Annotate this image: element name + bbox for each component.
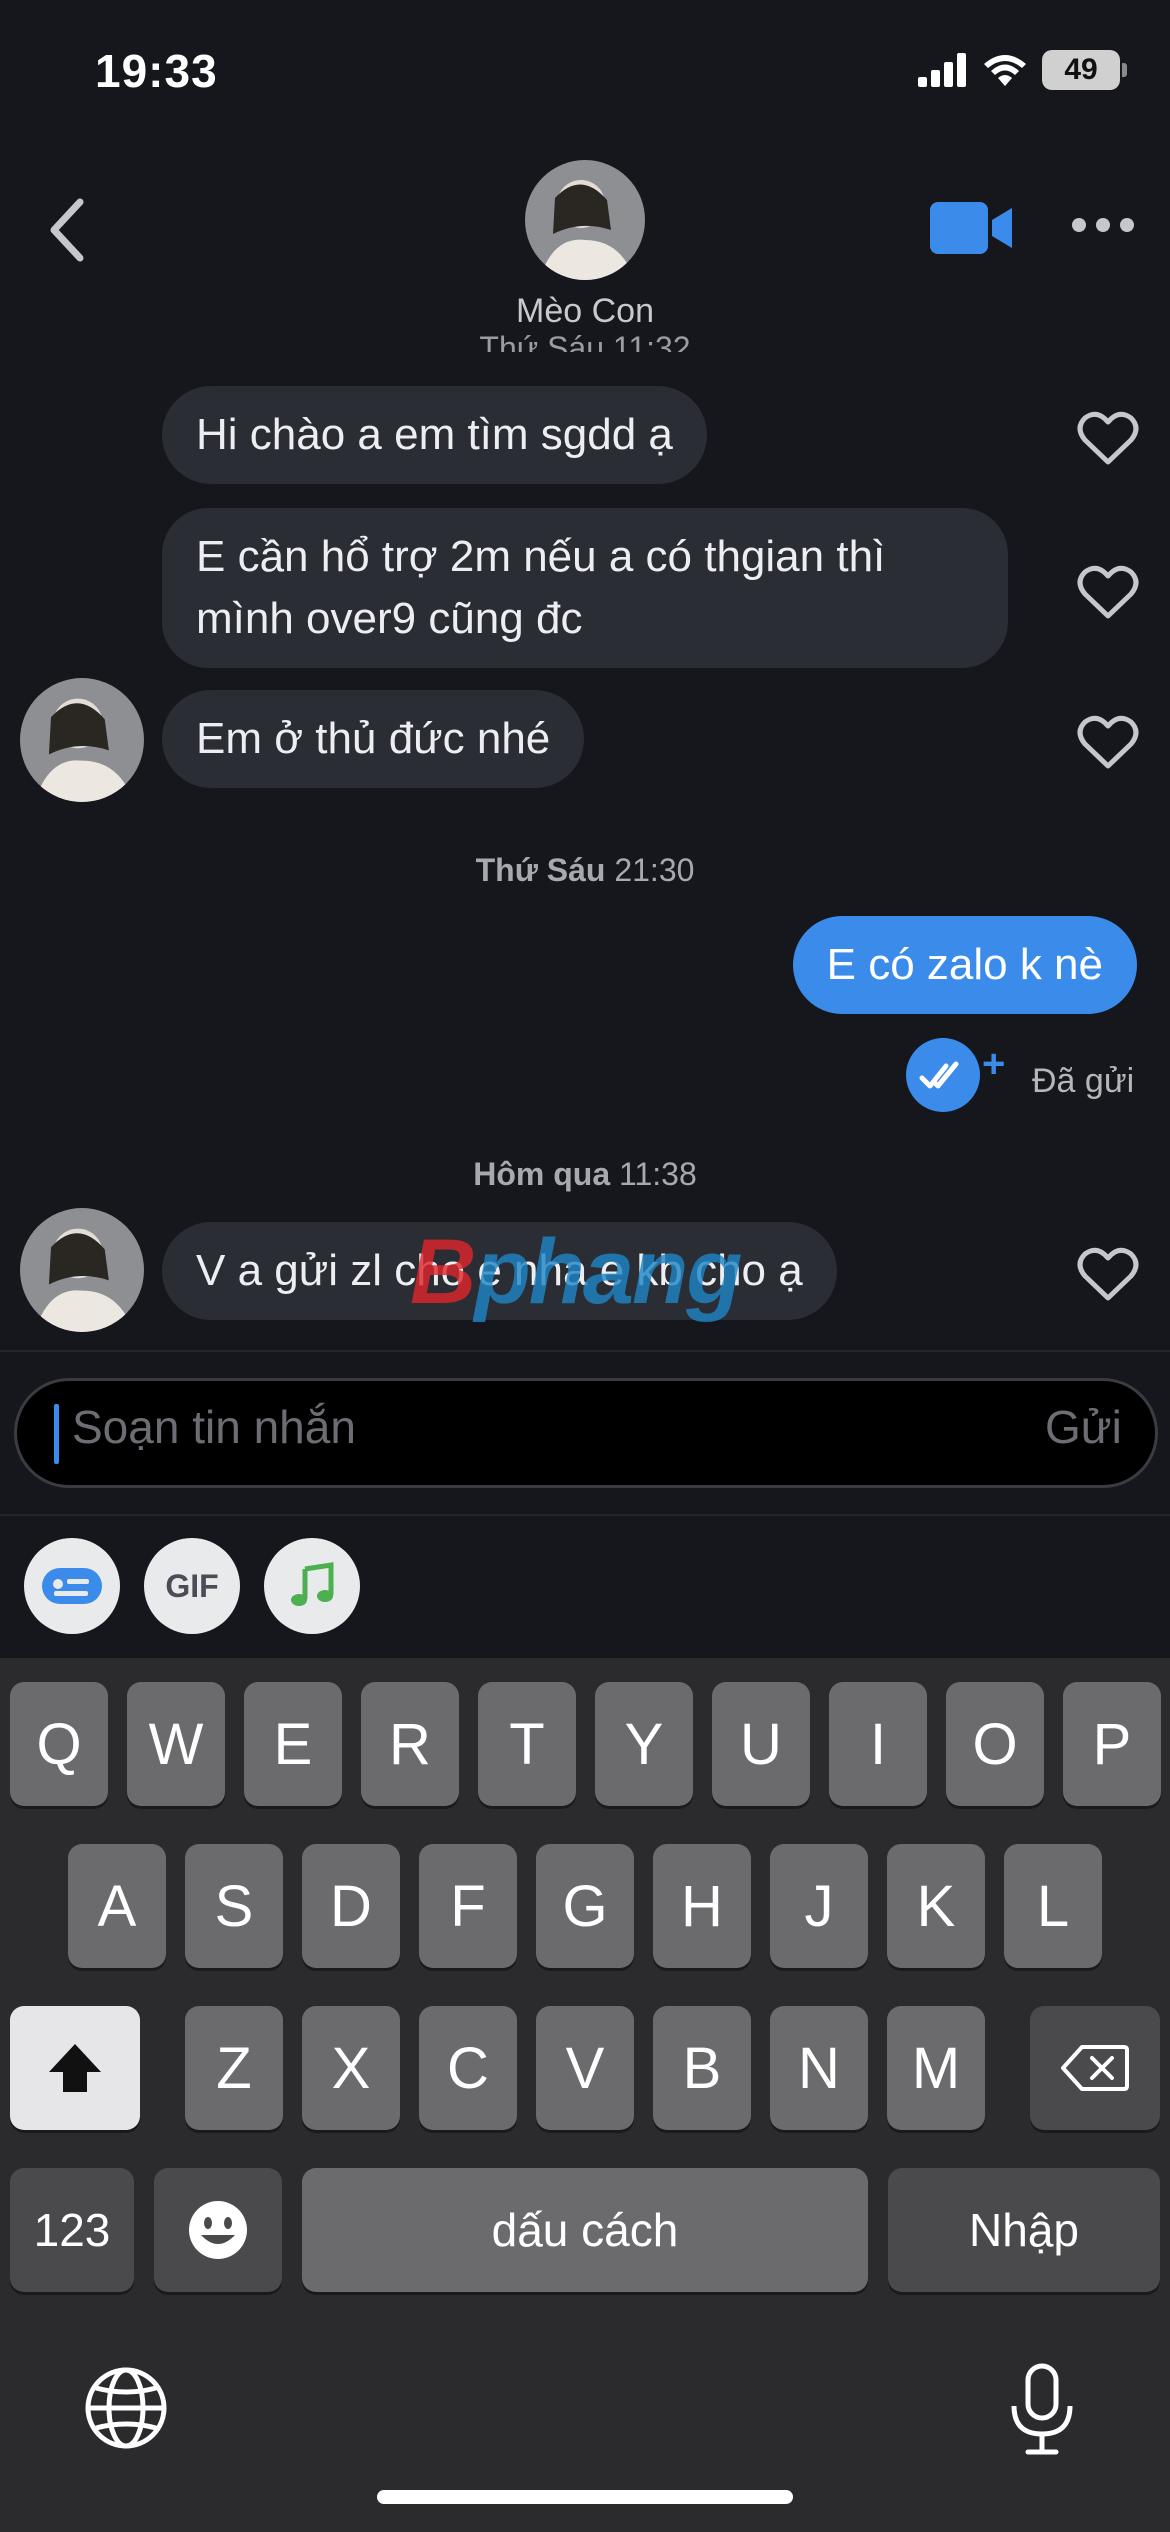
key-o[interactable]: O [946,1682,1044,1806]
key-r[interactable]: R [361,1682,459,1806]
contact-name[interactable]: Mèo Con [0,292,1170,331]
key-e[interactable]: E [244,1682,342,1806]
video-camera-icon [930,202,1012,254]
text-cursor [54,1404,59,1464]
key-h[interactable]: H [653,1844,751,1968]
chat-header: Mèo Con [0,150,1170,355]
key-n[interactable]: N [770,2006,868,2130]
watermark-logo: Bphang [410,1221,742,1323]
emoji-icon [189,2201,247,2259]
chevron-left-icon [50,198,84,262]
message-bubble-incoming[interactable]: E cần hổ trợ 2m nếu a có thgian thì mình… [162,508,1008,668]
contact-avatar[interactable] [525,160,645,280]
key-v[interactable]: V [536,2006,634,2130]
timestamp-day: Hôm qua [473,1156,611,1192]
more-dots-icon [1072,218,1134,232]
video-call-button[interactable] [930,200,1014,256]
contact-avatar-small[interactable] [20,1208,144,1332]
more-options-button[interactable] [1070,210,1136,240]
key-p[interactable]: P [1063,1682,1161,1806]
timestamp-divider: Hôm qua 11:38 [0,1156,1170,1193]
sent-status: Đã gửi [1032,1062,1135,1100]
card-icon [42,1568,102,1604]
globe-button[interactable] [82,2364,170,2452]
globe-icon [85,2367,167,2449]
timestamp-cut: Thứ Sáu 11:32 [479,330,691,352]
key-b[interactable]: B [653,2006,751,2130]
key-m[interactable]: M [887,2006,985,2130]
heart-icon[interactable] [1077,1246,1139,1304]
key-l[interactable]: L [1004,1844,1102,1968]
key-j[interactable]: J [770,1844,868,1968]
read-receipt-icon [906,1038,980,1112]
key-s[interactable]: S [185,1844,283,1968]
gif-button[interactable]: GIF [144,1538,240,1634]
key-y[interactable]: Y [595,1682,693,1806]
music-button[interactable] [264,1538,360,1634]
timestamp-divider: Thứ Sáu 21:30 [0,852,1170,889]
key-i[interactable]: I [829,1682,927,1806]
signal-icon [918,53,966,87]
key-z[interactable]: Z [185,2006,283,2130]
key-t[interactable]: T [478,1682,576,1806]
message-bubble-incoming[interactable]: Em ở thủ đức nhé [162,690,585,788]
space-key[interactable]: dấu cách [302,2168,868,2292]
battery-indicator: 49 [1042,50,1127,90]
music-note-icon [291,1562,334,1606]
key-w[interactable]: W [127,1682,225,1806]
message-bubble-incoming[interactable]: Hi chào a em tìm sgdd ạ [162,386,707,484]
microphone-icon [1011,2363,1073,2455]
status-time: 19:33 [95,45,218,97]
message-input-placeholder[interactable]: Soạn tin nhắn [72,1400,356,1454]
wifi-icon [984,55,1026,86]
key-f[interactable]: F [419,1844,517,1968]
backspace-key[interactable] [1030,2006,1160,2130]
emoji-key[interactable] [154,2168,282,2292]
plus-icon: + [982,1042,1006,1086]
contact-avatar-small[interactable] [20,678,144,802]
key-c[interactable]: C [419,2006,517,2130]
message-bubble-outgoing[interactable]: E có zalo k nè [792,916,1137,1014]
timestamp-time: 11:38 [619,1156,697,1192]
key-u[interactable]: U [712,1682,810,1806]
numbers-key[interactable]: 123 [10,2168,134,2292]
key-g[interactable]: G [536,1844,634,1968]
heart-icon[interactable] [1077,564,1139,622]
key-d[interactable]: D [302,1844,400,1968]
sticker-button[interactable] [24,1538,120,1634]
key-x[interactable]: X [302,2006,400,2130]
key-k[interactable]: K [887,1844,985,1968]
heart-icon[interactable] [1077,410,1139,468]
status-icons: 49 [918,50,1127,90]
shift-arrow-icon [49,2044,101,2092]
backspace-icon [1061,2045,1129,2091]
enter-key[interactable]: Nhập [888,2168,1160,2292]
back-button[interactable] [40,190,100,270]
divider [0,1514,1170,1516]
key-q[interactable]: Q [10,1682,108,1806]
timestamp-day: Thứ Sáu [475,852,606,888]
key-a[interactable]: A [68,1844,166,1968]
shift-key[interactable] [10,2006,140,2130]
timestamp-time: 21:30 [614,852,695,888]
send-button[interactable]: Gửi [1045,1400,1122,1454]
heart-icon[interactable] [1077,714,1139,772]
home-indicator[interactable] [377,2490,793,2504]
microphone-button[interactable] [1006,2362,1078,2458]
